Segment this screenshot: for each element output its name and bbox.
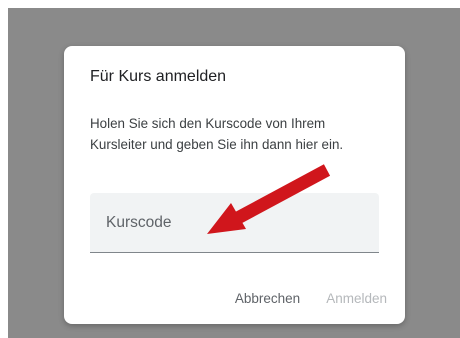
cancel-button[interactable]: Abbrechen — [235, 291, 300, 306]
class-code-input[interactable] — [90, 193, 379, 252]
dialog-actions: Abbrechen Anmelden — [235, 291, 387, 306]
class-code-field[interactable] — [90, 193, 379, 253]
join-button[interactable]: Anmelden — [326, 291, 387, 306]
join-class-dialog: Für Kurs anmelden Holen Sie sich den Kur… — [64, 46, 405, 324]
dialog-title: Für Kurs anmelden — [90, 68, 227, 85]
dialog-description: Holen Sie sich den Kurscode von Ihrem Ku… — [90, 116, 344, 152]
